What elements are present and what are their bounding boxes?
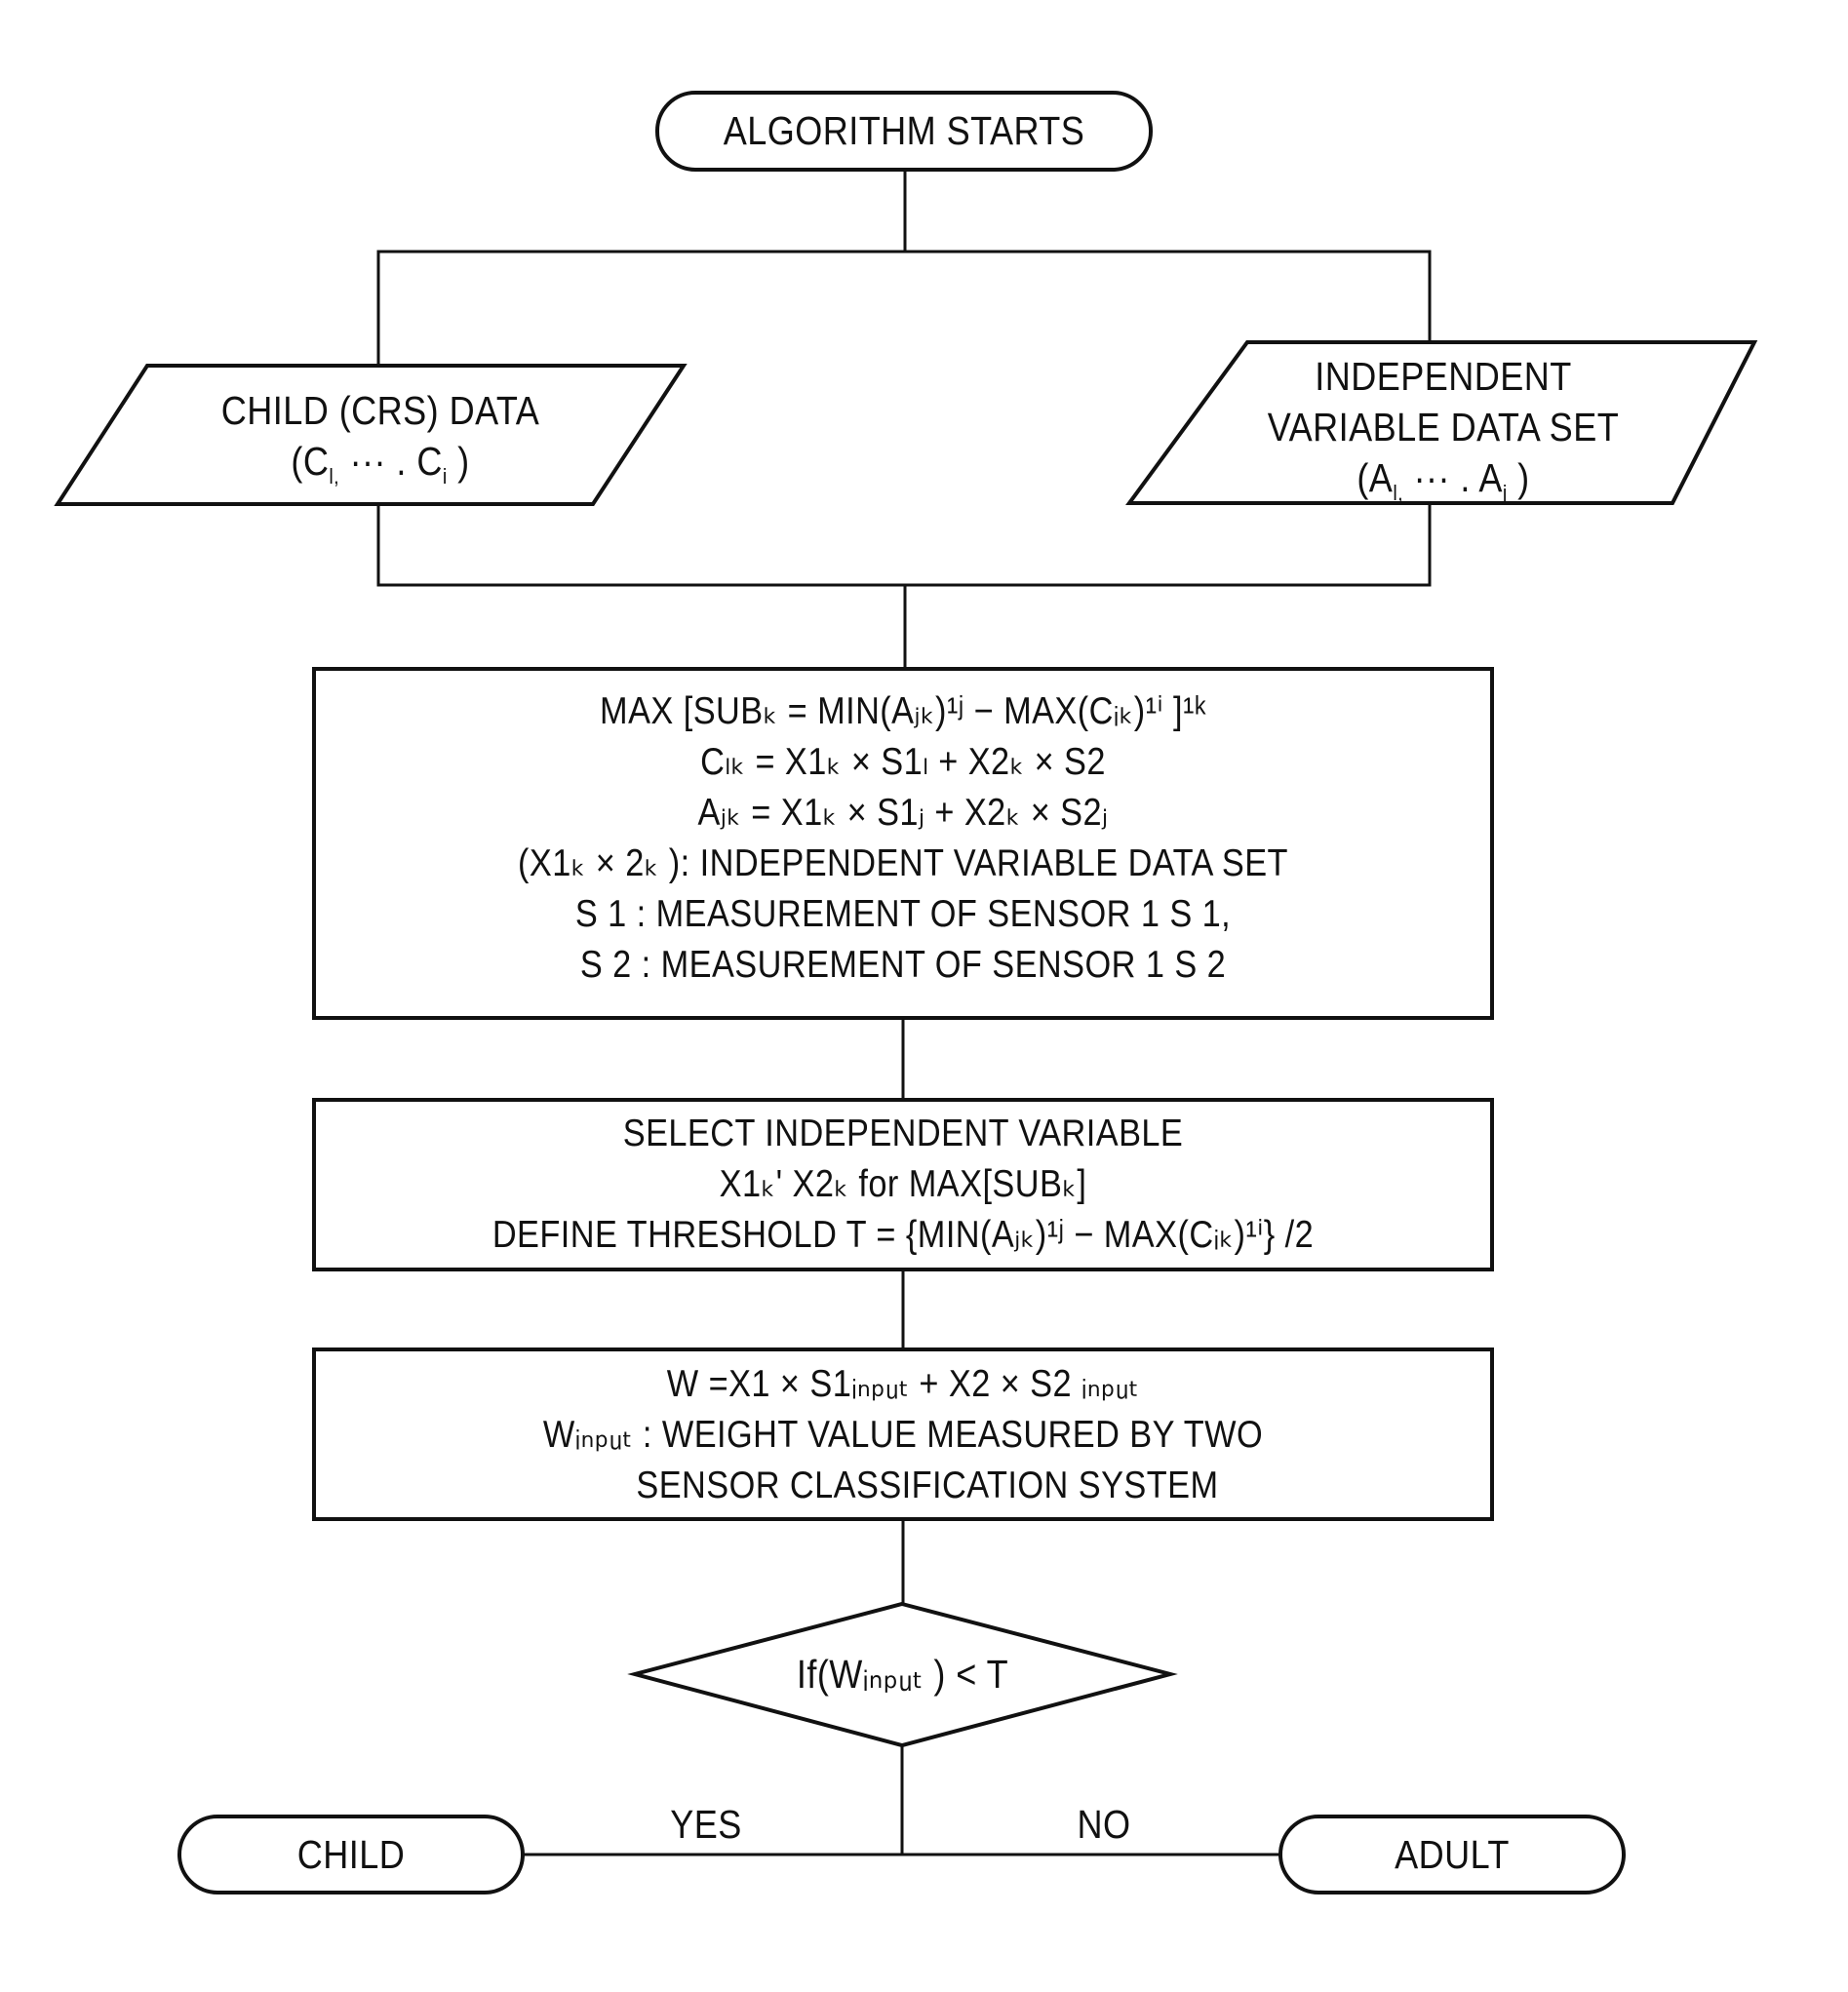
connector-merge-bottom bbox=[376, 503, 1432, 587]
box1-line-max-sub: MAX [SUBₖ = MIN(Aⱼₖ)¹ʲ − MAX(Cᵢₖ)¹ⁱ ]¹ᵏ bbox=[600, 690, 1206, 732]
child-data-label: CHILD (CRS) DATA (Cl, ··· . Ci ) bbox=[148, 385, 611, 489]
box1-text: MAX [SUBₖ = MIN(Aⱼₖ)¹ʲ − MAX(Cᵢₖ)¹ⁱ ]¹ᵏ … bbox=[384, 686, 1421, 991]
box3-line-system: SENSOR CLASSIFICATION SYSTEM bbox=[587, 1465, 1219, 1506]
box3-text: W =X1 × S1ᵢₙₚᵤₜ + X2 × S2 ᵢₙₚᵤₜ Wᵢₙₚᵤₜ :… bbox=[384, 1359, 1421, 1511]
independent-data-line2: VARIABLE DATA SET bbox=[1267, 405, 1620, 449]
start-label: ALGORITHM STARTS bbox=[723, 108, 1085, 153]
adult-outcome-label: ADULT bbox=[1395, 1832, 1510, 1877]
box2-line-variables: X1ₖ' X2ₖ for MAX[SUBₖ] bbox=[719, 1163, 1087, 1205]
box1-line-a-formula: Aⱼₖ = X1ₖ × S1ⱼ + X2ₖ × S2ⱼ bbox=[697, 792, 1109, 834]
decision-label: If(Wᵢₙₚᵤₜ ) < T bbox=[796, 1652, 1009, 1697]
box2-line-threshold: DEFINE THRESHOLD T = {MIN(Aⱼₖ)¹ʲ − MAX(C… bbox=[491, 1214, 1315, 1256]
no-label: NO bbox=[1077, 1802, 1131, 1847]
box2-line-select: SELECT INDEPENDENT VARIABLE bbox=[622, 1113, 1184, 1154]
box3-line-w-formula: W =X1 × S1ᵢₙₚᵤₜ + X2 × S2 ᵢₙₚᵤₜ bbox=[666, 1363, 1140, 1405]
box2-text: SELECT INDEPENDENT VARIABLE X1ₖ' X2ₖ for… bbox=[384, 1109, 1421, 1261]
child-outcome-label: CHILD bbox=[296, 1832, 406, 1877]
independent-data-line3: (Al, ··· . Aj ) bbox=[1357, 455, 1530, 506]
connector-split-top bbox=[376, 250, 1432, 366]
child-data-line2: (Cl, ··· . Ci ) bbox=[291, 439, 470, 489]
box3-line-w-input: Wᵢₙₚᵤₜ : WEIGHT VALUE MEASURED BY TWO bbox=[542, 1414, 1264, 1456]
box1-line-variable-set: (X1ₖ × 2ₖ ): INDEPENDENT VARIABLE DATA S… bbox=[518, 842, 1288, 884]
independent-data-label: INDEPENDENT VARIABLE DATA SET (Al, ··· .… bbox=[1203, 351, 1684, 506]
yes-label: YES bbox=[670, 1802, 742, 1847]
box1-line-s2: S 2 : MEASUREMENT OF SENSOR 1 S 2 bbox=[579, 944, 1227, 986]
box1-line-s1: S 1 : MEASUREMENT OF SENSOR 1 S 1, bbox=[574, 893, 1232, 935]
independent-data-line1: INDEPENDENT bbox=[1315, 354, 1572, 399]
box1-line-c-formula: Cₗₖ = X1ₖ × S1ₗ + X2ₖ × S2 bbox=[700, 741, 1106, 783]
child-data-line1: CHILD (CRS) DATA bbox=[220, 388, 540, 433]
